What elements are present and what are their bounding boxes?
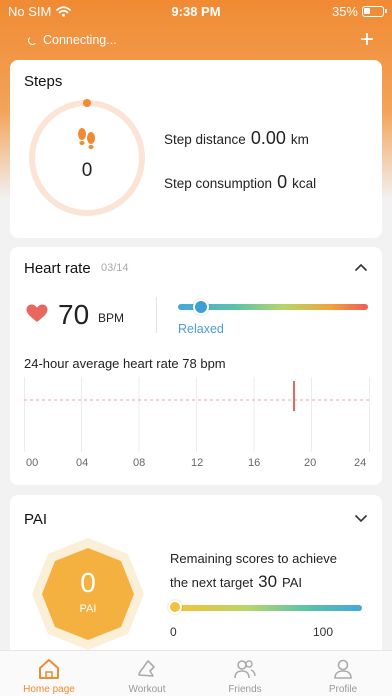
- home-icon: [39, 659, 59, 679]
- chevron-up-icon[interactable]: [354, 263, 368, 272]
- status-right: 35%: [331, 4, 387, 19]
- footprint-icon: [78, 128, 95, 149]
- pai-progress-bar: [176, 605, 362, 611]
- tab-home-page[interactable]: Home page: [0, 651, 98, 696]
- status-bar: No SIM 9:38 PM 35%: [0, 0, 392, 24]
- tab-workout-label: Workout: [128, 684, 166, 695]
- chart-tick-20: 20: [304, 457, 317, 469]
- profile-icon: [334, 659, 352, 679]
- tab-profile-label: Profile: [328, 684, 358, 695]
- heart-rate-date: 03/14: [101, 262, 129, 274]
- pai-remaining-line2-row: the next target 30 PAI: [170, 572, 302, 592]
- tab-bar: Home page Workout Friends Profile: [0, 650, 392, 696]
- pai-card[interactable]: PAI 0 PAI Remaining scores to achieve th…: [10, 495, 382, 665]
- heart-rate-zone-label: Relaxed: [178, 322, 224, 336]
- tab-home-page-label: Home page: [23, 684, 75, 695]
- heart-rate-spike: [293, 381, 295, 411]
- step-distance-value: 0.00: [250, 128, 286, 148]
- step-consumption-unit: kcal: [292, 176, 317, 191]
- heart-icon: [26, 304, 48, 322]
- tab-profile[interactable]: Profile: [294, 651, 392, 696]
- step-distance-unit: km: [290, 132, 309, 147]
- chart-tick-04: 04: [76, 457, 89, 469]
- divider: [156, 297, 157, 333]
- heart-rate-chart: [24, 377, 370, 452]
- steps-progress-ring: [29, 99, 145, 216]
- heart-rate-unit: BPM: [98, 311, 125, 325]
- pai-progress-marker: [168, 600, 182, 614]
- pai-remaining-line1: Remaining scores to achieve: [170, 551, 337, 566]
- step-distance-label: Step distance: [164, 132, 246, 147]
- heart-rate-card[interactable]: Heart rate 03/14 70 BPM Relaxed 24-hour …: [10, 247, 382, 485]
- tab-friends-label: Friends: [228, 684, 262, 695]
- heart-rate-title: Heart rate: [24, 260, 91, 277]
- battery-fill: [364, 8, 370, 14]
- step-distance-row: Step distance 0.00 km: [164, 128, 309, 149]
- chevron-down-icon[interactable]: [354, 514, 368, 523]
- pai-value: 0: [80, 567, 96, 598]
- pai-remaining-line2: the next target: [170, 575, 254, 590]
- step-consumption-row: Step consumption 0 kcal: [164, 172, 316, 193]
- tab-workout[interactable]: Workout: [98, 651, 196, 696]
- steps-title: Steps: [24, 73, 63, 90]
- connection-status-label: Connecting...: [43, 33, 117, 47]
- heart-rate-zone-marker: [192, 299, 209, 315]
- heart-rate-value: 70: [58, 299, 90, 330]
- top-bar: Connecting... +: [0, 28, 392, 54]
- pai-scale-min: 0: [170, 625, 177, 639]
- chart-tick-12: 12: [191, 457, 204, 469]
- step-consumption-label: Step consumption: [164, 176, 273, 191]
- steps-card[interactable]: Steps 0 Step distance 0.00 km Step consu…: [10, 60, 382, 238]
- chart-tick-24: 24: [354, 457, 367, 469]
- pai-remaining-unit: PAI: [282, 575, 303, 590]
- loading-spinner-icon: [28, 35, 37, 45]
- pai-title: PAI: [24, 511, 48, 528]
- tab-friends[interactable]: Friends: [196, 651, 294, 696]
- chart-tick-00: 00: [26, 457, 39, 469]
- friends-icon: [234, 660, 256, 679]
- shoe-icon: [138, 660, 155, 677]
- chart-tick-08: 08: [133, 457, 146, 469]
- pai-remaining-value: 30: [258, 572, 278, 591]
- battery-icon: [362, 6, 387, 17]
- steps-count: 0: [81, 160, 93, 181]
- pai-scale-max: 100: [313, 625, 334, 639]
- chart-tick-16: 16: [248, 457, 261, 469]
- add-button[interactable]: +: [360, 28, 374, 52]
- battery-percent: 35%: [331, 4, 358, 19]
- connection-status: Connecting...: [28, 33, 117, 47]
- heart-rate-average-text: 24-hour average heart rate 78 bpm: [24, 356, 226, 371]
- pai-value-label: PAI: [79, 603, 97, 615]
- step-consumption-value: 0: [277, 172, 288, 192]
